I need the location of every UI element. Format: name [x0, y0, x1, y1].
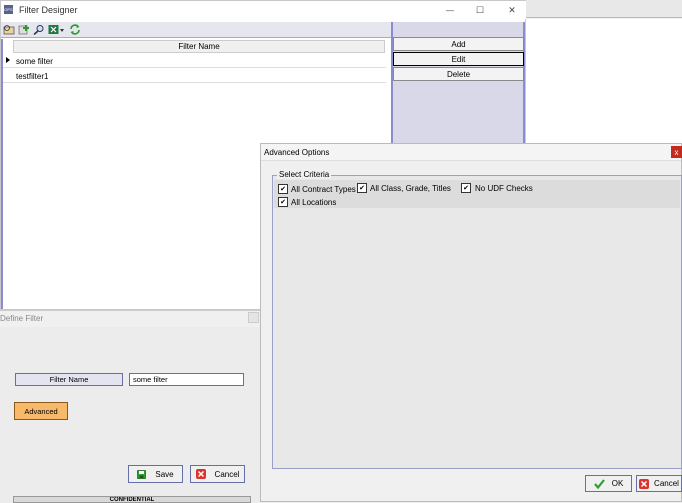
- delete-button[interactable]: Delete: [393, 67, 524, 81]
- add-icon[interactable]: [18, 24, 30, 35]
- filter-name-input[interactable]: [129, 373, 244, 386]
- select-criteria-label: Select Criteria: [277, 170, 332, 179]
- minimize-button[interactable]: —: [439, 2, 461, 18]
- save-icon: [137, 469, 147, 479]
- toolbar: [1, 22, 391, 38]
- criteria-all-locations[interactable]: ✔ All Locations: [278, 197, 336, 207]
- filter-name-cell: some filter: [16, 57, 53, 66]
- add-button[interactable]: Add: [393, 37, 524, 51]
- filter-name-label: Filter Name: [15, 373, 123, 386]
- ok-label: OK: [611, 479, 624, 488]
- column-header-filter-name[interactable]: Filter Name: [178, 42, 219, 51]
- criteria-all-class-grade-titles[interactable]: ✔ All Class, Grade, Titles: [357, 183, 451, 193]
- title-bar: OPS Filter Designer — ☐ ✕: [1, 1, 526, 19]
- filter-name-cell: testfilter1: [16, 72, 49, 81]
- refresh-icon[interactable]: [69, 24, 81, 35]
- grid-header: Filter Name: [13, 40, 385, 53]
- cancel-options-button[interactable]: Cancel: [636, 475, 682, 492]
- define-filter-title: Define Filter: [0, 314, 44, 323]
- advanced-options-window: Advanced Options x Select Criteria ✔ All…: [260, 143, 682, 502]
- checkbox[interactable]: ✔: [278, 184, 288, 194]
- advanced-options-title: Advanced Options: [264, 148, 330, 157]
- checkmark-icon: [593, 478, 605, 489]
- search-icon[interactable]: [33, 24, 45, 36]
- app-icon: OPS: [4, 5, 13, 14]
- advanced-button[interactable]: Advanced: [14, 402, 68, 420]
- close-button[interactable]: ✕: [501, 2, 523, 18]
- window-title: Filter Designer: [19, 5, 78, 15]
- cancel-button[interactable]: Cancel: [190, 465, 245, 483]
- cancel-icon: [639, 478, 650, 489]
- checkbox-label: All Contract Types: [291, 184, 356, 194]
- background-window-strip: [526, 0, 682, 18]
- background-window-body: [526, 19, 682, 144]
- advanced-options-title-bar: Advanced Options x: [261, 144, 682, 161]
- checkbox[interactable]: ✔: [357, 183, 367, 193]
- define-filter-close-button[interactable]: [248, 312, 259, 323]
- checkbox-label: All Locations: [291, 197, 337, 207]
- save-button[interactable]: Save: [128, 465, 183, 483]
- table-row[interactable]: some filter: [3, 54, 386, 68]
- criteria-all-contract-types[interactable]: ✔ All Contract Types: [278, 184, 356, 194]
- table-row[interactable]: testfilter1: [3, 69, 386, 83]
- checkbox-label: All Class, Grade, Titles: [370, 183, 451, 193]
- row-selector-arrow-icon: [6, 57, 10, 63]
- criteria-no-udf-checks[interactable]: ✔ No UDF Checks: [461, 183, 533, 193]
- cancel-icon: [195, 469, 206, 479]
- select-criteria-group: [272, 175, 682, 469]
- define-filter-window: Define Filter Filter Name Advanced Save …: [0, 310, 260, 503]
- save-label: Save: [155, 469, 174, 479]
- ok-button[interactable]: OK: [585, 475, 632, 492]
- cancel-label: Cancel: [214, 469, 240, 479]
- excel-export-icon[interactable]: [48, 24, 66, 35]
- checkbox[interactable]: ✔: [278, 197, 288, 207]
- advanced-options-close-button[interactable]: x: [671, 146, 682, 158]
- edit-button[interactable]: Edit: [393, 52, 524, 66]
- checkbox-label: No UDF Checks: [475, 183, 533, 193]
- open-icon[interactable]: [3, 24, 15, 35]
- maximize-button[interactable]: ☐: [469, 2, 491, 18]
- cancel-label: Cancel: [654, 479, 679, 488]
- checkbox[interactable]: ✔: [461, 183, 471, 193]
